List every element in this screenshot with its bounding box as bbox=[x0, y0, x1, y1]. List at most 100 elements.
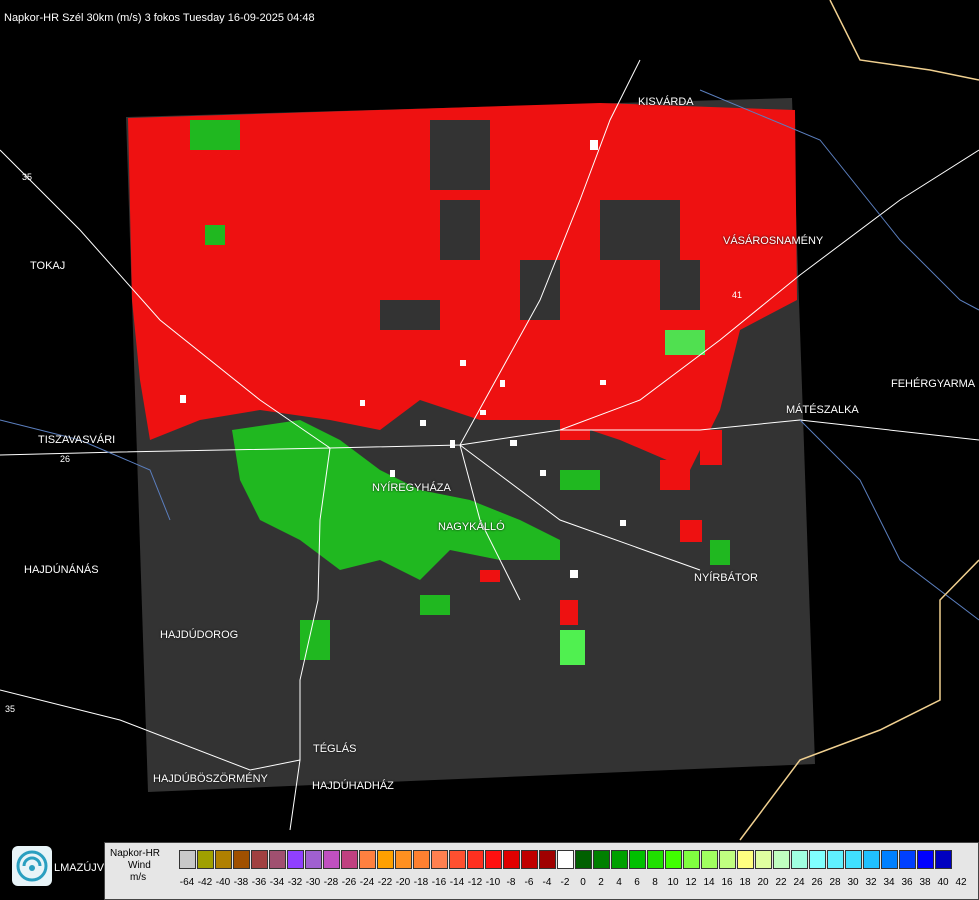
legend-swatch bbox=[395, 850, 412, 869]
legend-tick-label: 40 bbox=[937, 877, 949, 888]
legend-tick-label: 22 bbox=[775, 877, 787, 888]
road-number-35-south: 35 bbox=[5, 704, 15, 714]
legend-swatch bbox=[179, 850, 196, 869]
legend-swatch bbox=[917, 850, 934, 869]
legend-tick-label: 36 bbox=[901, 877, 913, 888]
legend-tick-label: 12 bbox=[685, 877, 697, 888]
legend-tick-label: -26 bbox=[341, 877, 357, 888]
legend-tick-label: -2 bbox=[560, 877, 570, 888]
legend-tick-label: 38 bbox=[919, 877, 931, 888]
legend-tick-label: -24 bbox=[359, 877, 375, 888]
legend-swatch bbox=[647, 850, 664, 869]
legend-tick-label: 10 bbox=[667, 877, 679, 888]
place-kisvarda: KISVÁRDA bbox=[638, 96, 694, 108]
legend-tick-label: 8 bbox=[652, 877, 658, 888]
legend-swatch bbox=[863, 850, 880, 869]
legend-swatch bbox=[683, 850, 700, 869]
legend-tick-label: -10 bbox=[485, 877, 501, 888]
legend-swatch bbox=[593, 850, 610, 869]
napkor-logo-icon bbox=[12, 846, 52, 886]
legend-swatch bbox=[503, 850, 520, 869]
legend-swatch bbox=[899, 850, 916, 869]
legend-swatch bbox=[449, 850, 466, 869]
place-tiszavasvari: TISZAVASVÁRI bbox=[38, 434, 116, 446]
legend-tick-label: -38 bbox=[233, 877, 249, 888]
legend-swatch bbox=[377, 850, 394, 869]
legend-swatch bbox=[485, 850, 502, 869]
legend-swatch bbox=[827, 850, 844, 869]
legend-swatch bbox=[629, 850, 646, 869]
legend-tick-label: -14 bbox=[449, 877, 465, 888]
place-hajduhadhaz: HAJDÚHADHÁZ bbox=[312, 780, 394, 792]
place-tokaj: TOKAJ bbox=[30, 260, 66, 272]
legend-swatch bbox=[755, 850, 772, 869]
place-teglas: TÉGLÁS bbox=[313, 743, 357, 755]
place-fehergyarmat: FEHÉRGYARMA bbox=[891, 378, 976, 390]
legend-line-2: Wind bbox=[128, 860, 151, 871]
legend-tick-label: 32 bbox=[865, 877, 877, 888]
place-nyirbator: NYÍRBÁTOR bbox=[694, 572, 758, 584]
legend-swatch bbox=[791, 850, 808, 869]
legend-swatch bbox=[413, 850, 430, 869]
legend-tick-label: 24 bbox=[793, 877, 805, 888]
legend-swatches bbox=[179, 850, 953, 870]
road-number-41: 41 bbox=[732, 290, 742, 300]
legend-tick-label: 14 bbox=[703, 877, 715, 888]
legend-swatch bbox=[539, 850, 556, 869]
legend-tick-label: -34 bbox=[269, 877, 285, 888]
place-hajduboszormeny: HAJDÚBÖSZÖRMÉNY bbox=[153, 773, 268, 785]
radar-map: 35 26 41 35 bbox=[0, 0, 979, 841]
place-mateszalka: MÁTÉSZALKA bbox=[786, 404, 859, 416]
legend-swatch bbox=[935, 850, 952, 869]
legend-swatch bbox=[467, 850, 484, 869]
legend-swatch bbox=[737, 850, 754, 869]
legend-swatch bbox=[701, 850, 718, 869]
legend-tick-label: -20 bbox=[395, 877, 411, 888]
legend-swatch bbox=[287, 850, 304, 869]
legend-tick-label: -12 bbox=[467, 877, 483, 888]
legend-tick-label: 26 bbox=[811, 877, 823, 888]
legend-tick-label: -6 bbox=[524, 877, 534, 888]
legend-swatch bbox=[665, 850, 682, 869]
legend-tick-label: 42 bbox=[955, 877, 967, 888]
legend-swatch bbox=[575, 850, 592, 869]
place-nyiregyhaza: NYÍREGYHÁZA bbox=[372, 482, 451, 494]
legend-swatch bbox=[197, 850, 214, 869]
legend-swatch bbox=[845, 850, 862, 869]
wind-legend: Napkor-HR Wind m/s -64 -42 -40 -38 -36 -34 -32… bbox=[104, 842, 979, 900]
legend-tick-label: 30 bbox=[847, 877, 859, 888]
road-number-26: 26 bbox=[60, 454, 70, 464]
legend-swatch bbox=[323, 850, 340, 869]
legend-swatch bbox=[215, 850, 232, 869]
legend-tick-label: 16 bbox=[721, 877, 733, 888]
legend-swatch bbox=[521, 850, 538, 869]
legend-title: Napkor-HR Wind m/s bbox=[110, 848, 160, 884]
legend-tick-label: 0 bbox=[580, 877, 586, 888]
legend-swatch bbox=[881, 850, 898, 869]
legend-swatch bbox=[557, 850, 574, 869]
legend-tick-label: -18 bbox=[413, 877, 429, 888]
legend-swatch bbox=[305, 850, 322, 869]
legend-tick-label: 28 bbox=[829, 877, 841, 888]
legend-line-3: m/s bbox=[130, 872, 147, 883]
legend-swatch bbox=[611, 850, 628, 869]
map-title: Napkor-HR Szél 30km (m/s) 3 fokos Tuesda… bbox=[4, 12, 315, 24]
place-nagykallo: NAGYKÁLLÓ bbox=[438, 521, 505, 533]
legend-ticks: -64 -42 -40 -38 -36 -34 -32 -30 -28 -26 -24 -22 -20-… bbox=[179, 877, 979, 891]
road-number-35-north: 35 bbox=[22, 172, 32, 182]
legend-tick-label: -28 bbox=[323, 877, 339, 888]
legend-swatch bbox=[341, 850, 358, 869]
legend-tick-label: -64 bbox=[179, 877, 195, 888]
legend-tick-label: 20 bbox=[757, 877, 769, 888]
legend-tick-label: 34 bbox=[883, 877, 895, 888]
place-hajdudorog: HAJDÚDOROG bbox=[160, 629, 239, 641]
legend-tick-label: -30 bbox=[305, 877, 321, 888]
legend-tick-label: -8 bbox=[506, 877, 516, 888]
place-hajdunanas: HAJDÚNÁNÁS bbox=[24, 564, 99, 576]
legend-swatch bbox=[809, 850, 826, 869]
legend-tick-label: -4 bbox=[542, 877, 552, 888]
legend-tick-label: 6 bbox=[634, 877, 640, 888]
legend-tick-label: 2 bbox=[598, 877, 604, 888]
legend-tick-label: -36 bbox=[251, 877, 267, 888]
legend-tick-label: -16 bbox=[431, 877, 447, 888]
